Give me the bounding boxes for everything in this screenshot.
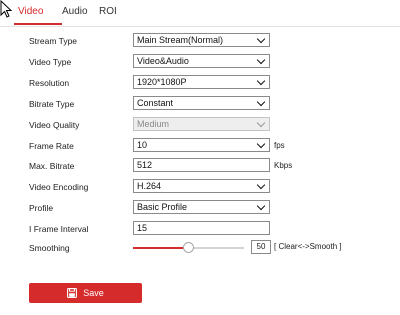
resolution-row: Resolution 1920*1080P <box>29 75 389 91</box>
save-icon <box>67 288 78 298</box>
video-encoding-label: Video Encoding <box>29 182 89 192</box>
smoothing-slider-handle[interactable] <box>183 242 194 253</box>
max-bitrate-row: Max. Bitrate 512 Kbps <box>29 158 389 174</box>
profile-row: Profile Basic Profile <box>29 200 389 216</box>
tab-video[interactable]: Video <box>18 6 43 17</box>
smoothing-hint: [ Clear<->Smooth ] <box>274 242 342 251</box>
i-frame-interval-row: I Frame Interval 15 <box>29 221 389 237</box>
active-tab-indicator <box>14 23 62 25</box>
video-quality-row: Video Quality Medium <box>29 117 389 133</box>
video-quality-select: Medium <box>133 117 270 131</box>
video-encoding-row: Video Encoding H.264 <box>29 179 389 195</box>
i-frame-interval-label: I Frame Interval <box>29 224 89 234</box>
max-bitrate-input[interactable]: 512 <box>133 158 270 172</box>
smoothing-slider-fill <box>133 247 189 249</box>
stream-type-row: Stream Type Main Stream(Normal) <box>29 33 389 49</box>
save-button[interactable]: Save <box>29 283 142 303</box>
stream-type-select[interactable]: Main Stream(Normal) <box>133 33 270 47</box>
frame-rate-row: Frame Rate 10 fps <box>29 138 389 154</box>
frame-rate-select[interactable]: 10 <box>133 138 270 152</box>
video-type-row: Video Type Video&Audio <box>29 54 389 70</box>
bitrate-type-row: Bitrate Type Constant <box>29 96 389 112</box>
smoothing-value-input[interactable]: 50 <box>251 240 271 254</box>
resolution-label: Resolution <box>29 78 70 88</box>
profile-select[interactable]: Basic Profile <box>133 200 270 214</box>
bitrate-type-select[interactable]: Constant <box>133 96 270 110</box>
video-type-label: Video Type <box>29 57 72 67</box>
i-frame-interval-input[interactable]: 15 <box>133 221 270 235</box>
profile-label: Profile <box>29 203 54 213</box>
smoothing-row: Smoothing 50 [ Clear<->Smooth ] <box>29 240 389 256</box>
tab-audio[interactable]: Audio <box>62 6 88 17</box>
frame-rate-unit: fps <box>274 141 285 150</box>
stream-type-label: Stream Type <box>29 36 78 46</box>
save-button-label: Save <box>83 288 104 298</box>
bitrate-type-label: Bitrate Type <box>29 99 75 109</box>
tab-roi[interactable]: ROI <box>99 6 117 17</box>
tab-bar: Video Audio ROI <box>0 0 400 27</box>
smoothing-label: Smoothing <box>29 243 70 253</box>
video-quality-label: Video Quality <box>29 120 80 130</box>
resolution-select[interactable]: 1920*1080P <box>133 75 270 89</box>
max-bitrate-label: Max. Bitrate <box>29 161 75 171</box>
max-bitrate-unit: Kbps <box>274 161 293 170</box>
video-encoding-select[interactable]: H.264 <box>133 179 270 193</box>
frame-rate-label: Frame Rate <box>29 141 74 151</box>
video-type-select[interactable]: Video&Audio <box>133 54 270 68</box>
